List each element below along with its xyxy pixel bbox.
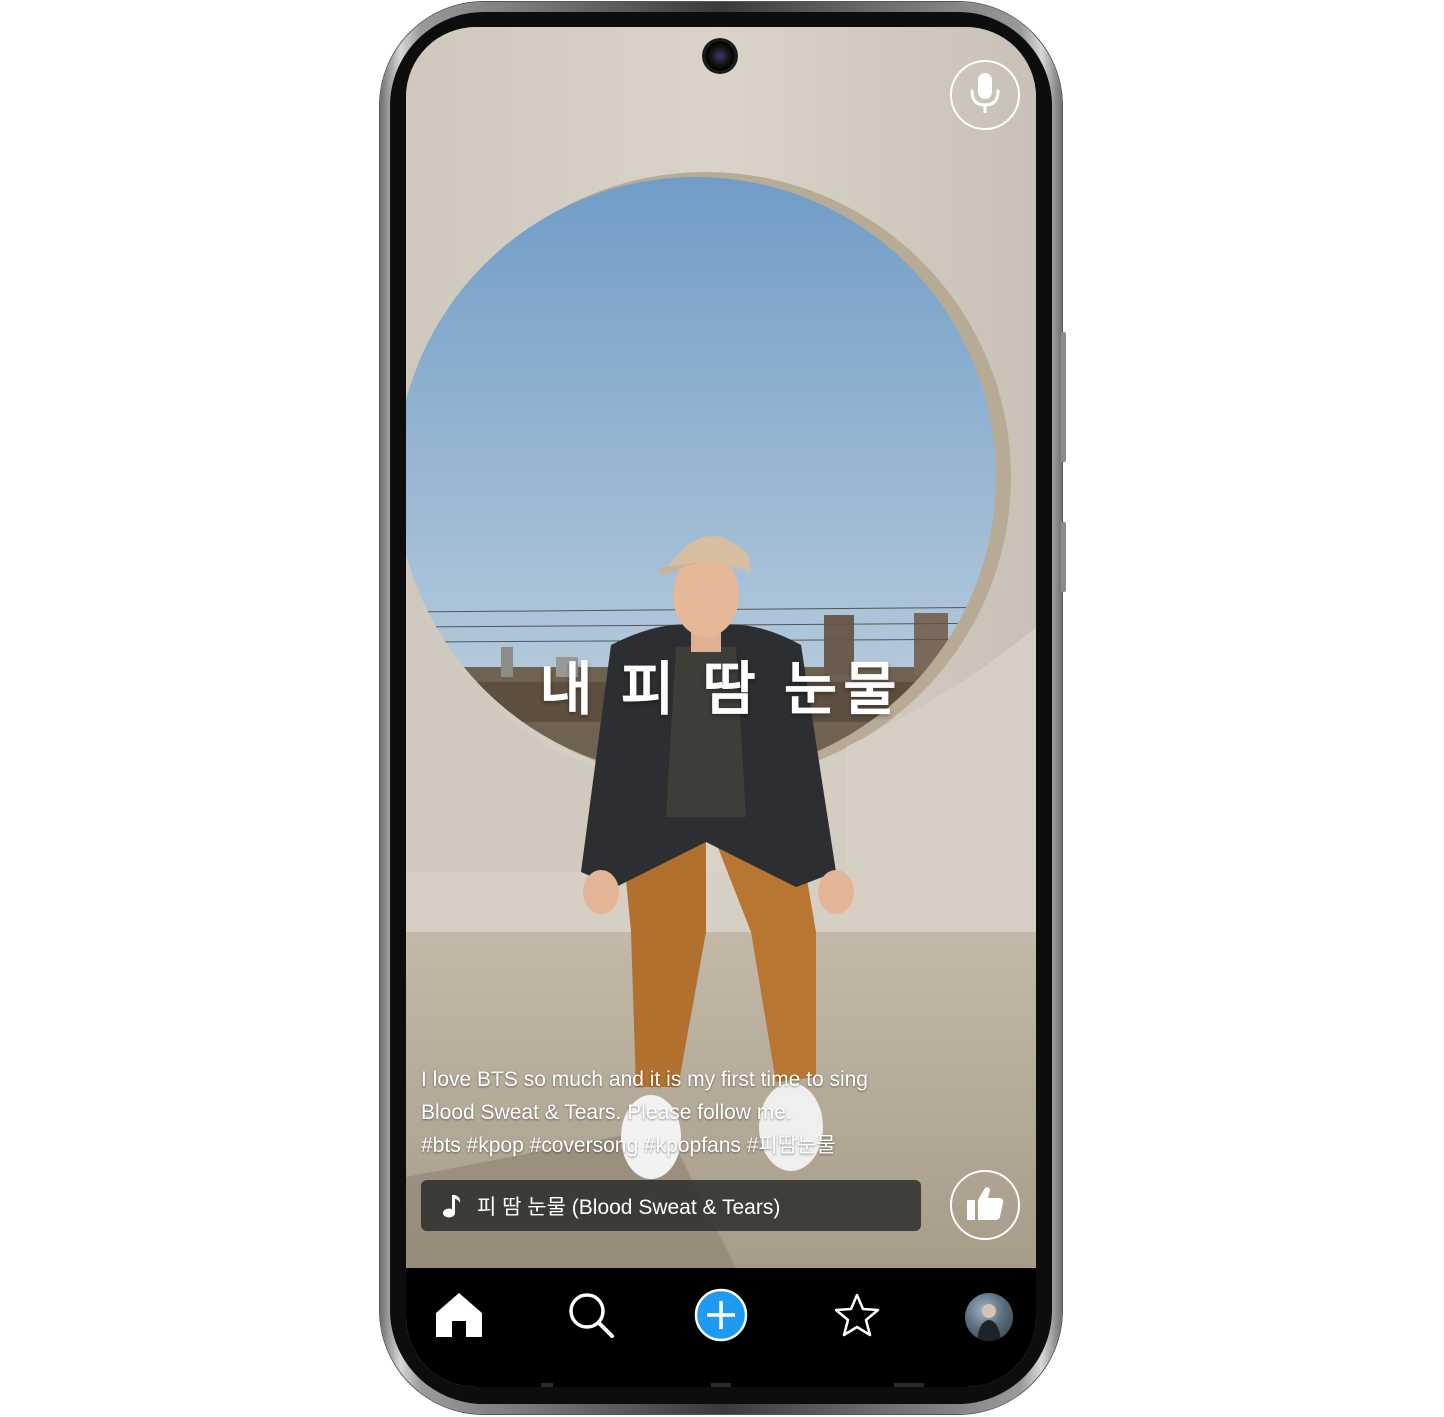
video-caption: I love BTS so much and it is my first ti… bbox=[421, 1063, 921, 1162]
video-title: 내 피 땀 눈물 bbox=[539, 657, 903, 722]
app-screen: 내 피 땀 눈물 I love BTS so much and it is my… bbox=[406, 27, 1036, 1387]
caption-line: Blood Sweat & Tears. Please follow me. bbox=[421, 1101, 792, 1124]
nav-home[interactable] bbox=[433, 1291, 485, 1343]
add-icon bbox=[694, 1288, 748, 1347]
caption-line: I love BTS so much and it is my first ti… bbox=[421, 1068, 868, 1091]
front-camera bbox=[705, 41, 735, 71]
profile-avatar bbox=[965, 1293, 1013, 1341]
music-track-label: 피 땀 눈물 (Blood Sweat & Tears) bbox=[477, 1195, 781, 1219]
thumbs-up-icon bbox=[965, 1184, 1005, 1227]
volume-button bbox=[1061, 332, 1066, 462]
nav-add[interactable] bbox=[694, 1288, 748, 1343]
search-icon bbox=[567, 1291, 615, 1344]
music-track-bar[interactable]: 피 땀 눈물 (Blood Sweat & Tears) bbox=[421, 1180, 921, 1231]
nav-favorites[interactable] bbox=[831, 1291, 883, 1343]
like-button[interactable] bbox=[950, 1170, 1020, 1240]
microphone-button[interactable] bbox=[950, 60, 1020, 130]
microphone-icon bbox=[968, 71, 1002, 120]
system-home-indicator bbox=[711, 1383, 731, 1387]
nav-search[interactable] bbox=[565, 1291, 617, 1343]
home-icon bbox=[434, 1291, 484, 1344]
bottom-navigation bbox=[406, 1268, 1036, 1387]
nav-profile[interactable] bbox=[963, 1291, 1015, 1343]
music-note-icon bbox=[441, 1193, 463, 1219]
system-back-indicator bbox=[541, 1383, 553, 1387]
caption-hashtags[interactable]: #bts #kpop #coversong #kpopfans #피땀눈물 bbox=[421, 1129, 921, 1162]
power-button bbox=[1061, 522, 1066, 592]
system-recents-indicator bbox=[894, 1383, 924, 1387]
star-icon bbox=[833, 1292, 881, 1343]
